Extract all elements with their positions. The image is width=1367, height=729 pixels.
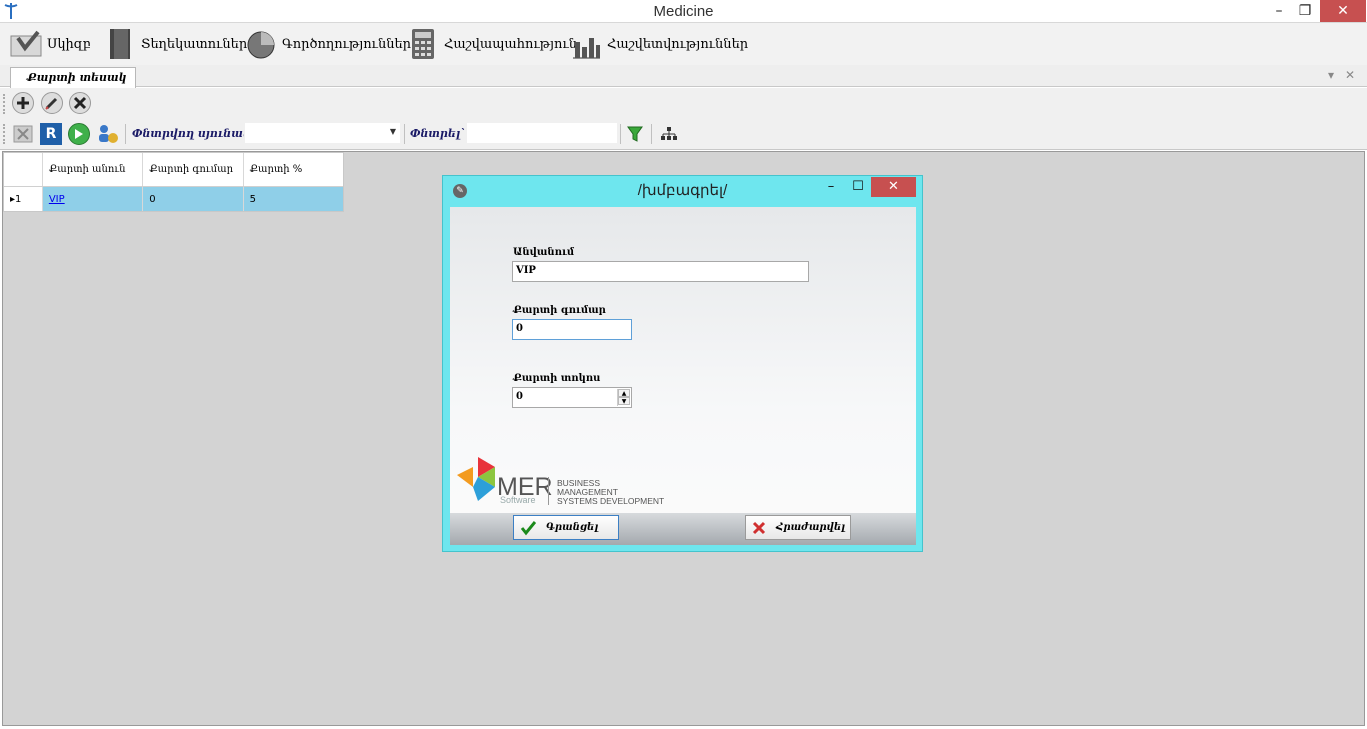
save-button[interactable]: Գրանցել — [513, 515, 619, 540]
toolbar-separator — [620, 124, 621, 144]
row-indicator-header — [4, 153, 43, 186]
menu-item-start[interactable]: Սկիզբ — [10, 26, 91, 62]
users-icon — [99, 125, 118, 143]
x-icon — [73, 96, 87, 110]
run-button[interactable] — [68, 123, 90, 145]
column-header-amount[interactable]: Քարտի գումար — [143, 153, 244, 186]
tab-close-button[interactable]: ✕ — [1345, 68, 1355, 82]
play-icon — [75, 129, 83, 139]
menu-item-references[interactable]: Տեղեկատուներ — [104, 26, 247, 62]
menu-item-label: Հաշվապահություն — [444, 36, 578, 52]
discount-label: Քարտի տոկոս — [513, 373, 601, 384]
window-title: Medicine — [653, 3, 714, 20]
logo-line-3: SYSTEMS DEVELOPMENT — [557, 496, 665, 506]
toolbar-separator — [404, 124, 405, 144]
edit-button[interactable] — [41, 92, 63, 114]
excel-export-button[interactable] — [12, 123, 34, 145]
calculator-icon — [412, 29, 434, 59]
edit-dialog: ✎ /խմբագրել/ – ☐ ✕ Անվանում VIP Քարտի գո… — [442, 175, 923, 552]
menu-item-accounting[interactable]: Հաշվապահություն — [407, 26, 577, 62]
logo-divider — [548, 477, 549, 505]
cell-percent[interactable]: 5 — [244, 187, 343, 211]
filter-toolbar: R Փնտրվող սյունակ` ▼ Փնտրել` — [0, 118, 1367, 150]
excel-icon — [13, 125, 33, 143]
toolbar-separator — [651, 124, 652, 144]
amount-label: Քարտի գումար — [513, 305, 606, 316]
column-header-name[interactable]: Քարտի անուն — [43, 153, 144, 186]
filter-column-select[interactable]: ▼ — [244, 122, 401, 144]
amount-field[interactable]: 0 — [512, 319, 632, 340]
document-tab-strip: Քարտի տեսակ ▾ ✕ — [0, 65, 1367, 88]
toolbar-grip[interactable] — [3, 94, 6, 114]
bar-chart-icon — [573, 38, 600, 59]
dialog-minimize-button[interactable]: – — [818, 177, 844, 197]
close-button[interactable]: ✕ — [1320, 0, 1366, 22]
menu-item-label: Սկիզբ — [47, 36, 91, 52]
book-icon — [110, 29, 130, 59]
name-field[interactable]: VIP — [512, 261, 809, 282]
plus-icon — [17, 97, 29, 109]
check-icon — [520, 520, 536, 535]
hierarchy-button[interactable] — [658, 123, 680, 145]
tab-list-dropdown[interactable]: ▾ — [1328, 68, 1334, 82]
menu-item-reports[interactable]: Հաշվետվություններ — [570, 26, 748, 62]
checkbox-icon — [10, 30, 42, 57]
dialog-body: Անվանում VIP Քարտի գումար 0 Քարտի տոկոս … — [450, 207, 916, 545]
cell-name[interactable]: VIP — [43, 187, 144, 211]
discount-stepper[interactable]: 0 ▲ ▼ — [512, 387, 632, 408]
report-icon: R — [45, 126, 57, 142]
add-button[interactable] — [12, 92, 34, 114]
main-menu: Սկիզբ Տեղեկատուներ Գործողություններ Հաշվ… — [0, 23, 1367, 65]
cancel-button-label: Հրաժարվել — [776, 522, 846, 533]
dialog-close-button[interactable]: ✕ — [871, 177, 916, 197]
tab-card-type[interactable]: Քարտի տեսակ — [10, 67, 136, 88]
grid-header: Քարտի անուն Քարտի գումար Քարտի % — [4, 153, 343, 187]
spin-up-icon[interactable]: ▲ — [618, 389, 630, 397]
dialog-maximize-button[interactable]: ☐ — [845, 177, 871, 197]
delete-button[interactable] — [69, 92, 91, 114]
report-button[interactable]: R — [40, 123, 62, 145]
filter-icon — [627, 126, 643, 142]
cancel-button[interactable]: Հրաժարվել — [745, 515, 851, 540]
apply-filter-button[interactable] — [624, 123, 646, 145]
toolbar-separator — [125, 124, 126, 144]
spin-buttons: ▲ ▼ — [617, 389, 630, 406]
pie-chart-icon — [247, 31, 275, 59]
users-lock-button[interactable] — [96, 123, 118, 145]
row-indicator: ▸1 — [4, 187, 43, 211]
cell-name-link[interactable]: VIP — [49, 194, 65, 205]
title-bar: Medicine – ❐ ✕ — [0, 0, 1367, 23]
table-row[interactable]: ▸1 VIP 0 5 — [4, 187, 343, 211]
spin-down-icon[interactable]: ▼ — [618, 397, 630, 405]
filter-column-label: Փնտրվող սյունակ` — [132, 127, 257, 140]
name-label: Անվանում — [513, 247, 575, 258]
menu-item-operations[interactable]: Գործողություններ — [245, 26, 411, 62]
cancel-x-icon — [752, 521, 766, 534]
menu-item-label: Տեղեկատուներ — [141, 36, 248, 52]
logo-sub: Software — [500, 495, 536, 505]
search-input[interactable] — [466, 122, 618, 144]
cell-amount[interactable]: 0 — [143, 187, 244, 211]
discount-value: 0 — [516, 391, 523, 402]
card-types-grid: Քարտի անուն Քարտի գումար Քարտի % ▸1 VIP … — [3, 152, 344, 212]
menu-item-label: Գործողություններ — [282, 36, 412, 52]
pencil-icon — [45, 97, 58, 110]
save-button-label: Գրանցել — [546, 522, 599, 533]
dialog-footer: Գրանցել Հրաժարվել — [450, 513, 916, 545]
search-label: Փնտրել` — [410, 127, 466, 140]
mer-logo-icon — [457, 457, 495, 501]
edit-toolbar — [0, 88, 1367, 118]
toolbar-grip[interactable] — [3, 124, 6, 144]
chevron-down-icon: ▼ — [389, 127, 396, 136]
restore-button[interactable]: ❐ — [1290, 0, 1320, 22]
menu-item-label: Հաշվետվություններ — [607, 36, 749, 52]
column-header-percent[interactable]: Քարտի % — [244, 153, 343, 186]
hierarchy-icon — [661, 127, 677, 140]
